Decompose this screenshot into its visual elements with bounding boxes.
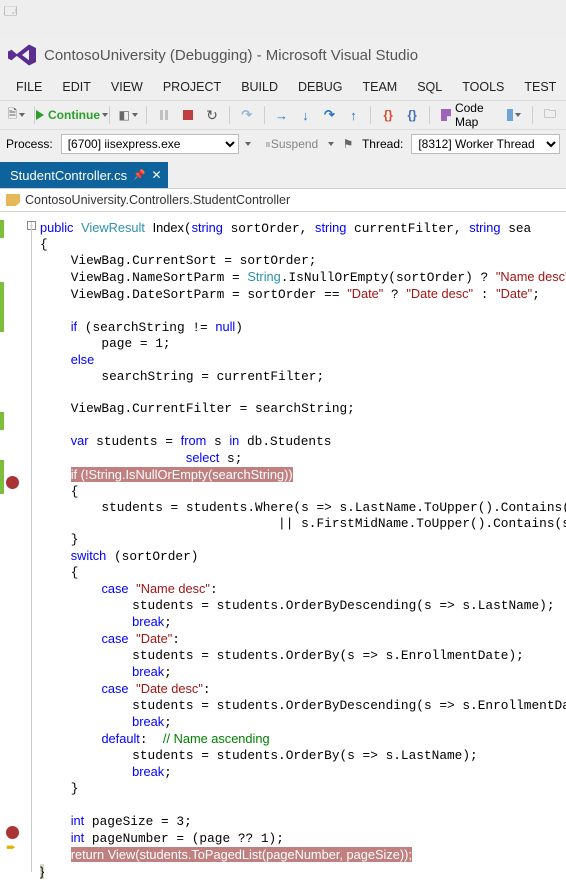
document-tabstrip: StudentController.cs 📌 ✕ [0, 158, 566, 188]
step-over-button[interactable]: ↷ [319, 104, 339, 126]
show-next-statement[interactable]: → [271, 104, 291, 126]
pause-button [154, 104, 174, 126]
brace-nav-button-2[interactable]: {} [402, 104, 422, 126]
menu-view[interactable]: VIEW [101, 76, 153, 98]
change-bar [0, 282, 4, 332]
menu-team[interactable]: TEAM [352, 76, 407, 98]
process-select[interactable]: [6700] iisexpress.exe [61, 134, 239, 154]
debug-toolbar: 🗎 Continue ◧ ↻ ↷ → ↓ ↷ ↑ {} {} Code Map … [0, 100, 566, 129]
stop-icon [183, 110, 193, 120]
app-small-icon: 🗔 [4, 4, 17, 18]
titlebar: ContosoUniversity (Debugging) - Microsof… [0, 36, 566, 74]
separator [34, 106, 35, 124]
menu-build[interactable]: BUILD [231, 76, 288, 98]
thread-label: Thread: [362, 137, 403, 151]
thread-select[interactable]: [8312] Worker Thread [411, 134, 560, 154]
thread-flag-icon[interactable]: ⚑ [338, 133, 358, 155]
continue-button[interactable]: Continue [42, 104, 103, 126]
window-title: ContosoUniversity (Debugging) - Microsof… [44, 47, 418, 64]
step-into-button[interactable]: ↓ [295, 104, 315, 126]
toolbar-dropdown[interactable]: ◧ [117, 104, 139, 126]
separator [370, 106, 371, 124]
separator [264, 106, 265, 124]
code-map-button[interactable]: Code Map [437, 104, 499, 126]
outline-guide [31, 222, 32, 872]
change-bar [0, 412, 4, 430]
separator [109, 106, 110, 124]
code-content[interactable]: public ViewResult Index(string sortOrder… [38, 212, 566, 882]
breakpoint-icon[interactable] [6, 476, 19, 489]
menu-file[interactable]: FILE [6, 76, 52, 98]
navigation-breadcrumb[interactable]: ContosoUniversity.Controllers.StudentCon… [0, 188, 566, 212]
show-next-statement-button: ↷ [237, 104, 257, 126]
tab-filename: StudentController.cs [10, 168, 127, 183]
code-editor[interactable]: ➨ - public ViewResult Index(string sortO… [0, 212, 566, 882]
separator [229, 106, 230, 124]
pin-icon[interactable]: 📌 [133, 170, 145, 181]
separator [429, 106, 430, 124]
separator [532, 106, 533, 124]
suspend-button: ⏸Suspend [261, 133, 322, 155]
continue-label: Continue [48, 108, 100, 122]
restart-icon: ↻ [206, 107, 218, 124]
suspend-label: Suspend [271, 137, 318, 151]
editor-margin[interactable]: ➨ [0, 212, 26, 882]
menu-edit[interactable]: EDIT [52, 76, 100, 98]
class-icon [6, 194, 20, 206]
change-bar [0, 460, 4, 494]
separator [146, 106, 147, 124]
codemap-related-button[interactable] [503, 104, 526, 126]
new-item-button[interactable]: 🗎 [6, 104, 27, 126]
menu-tools[interactable]: TOOLS [452, 76, 514, 98]
execution-arrow-icon: ➨ [6, 840, 16, 854]
change-bar [0, 220, 4, 238]
brace-nav-button[interactable]: {} [378, 104, 398, 126]
menubar: FILE EDIT VIEW PROJECT BUILD DEBUG TEAM … [0, 74, 566, 100]
play-icon [36, 110, 44, 120]
restart-button[interactable]: ↻ [202, 104, 222, 126]
outline-margin[interactable]: - [26, 212, 38, 882]
menu-test[interactable]: TEST [514, 76, 566, 98]
solution-config-button[interactable]: 🗀 [540, 104, 560, 126]
menu-debug[interactable]: DEBUG [288, 76, 352, 98]
close-icon[interactable]: ✕ [152, 168, 162, 182]
breakpoint-icon[interactable] [6, 826, 19, 839]
process-toolbar: Process: [6700] iisexpress.exe ⏸Suspend … [0, 129, 566, 158]
step-out-button[interactable]: ↑ [343, 104, 363, 126]
breadcrumb-path: ContosoUniversity.Controllers.StudentCon… [25, 193, 290, 207]
menu-sql[interactable]: SQL [407, 76, 452, 98]
tab-studentcontroller[interactable]: StudentController.cs 📌 ✕ [0, 162, 168, 188]
menu-project[interactable]: PROJECT [153, 76, 231, 98]
code-map-label: Code Map [455, 101, 495, 129]
process-label: Process: [6, 137, 53, 151]
vs-logo-icon [8, 44, 36, 66]
stop-button[interactable] [178, 104, 198, 126]
